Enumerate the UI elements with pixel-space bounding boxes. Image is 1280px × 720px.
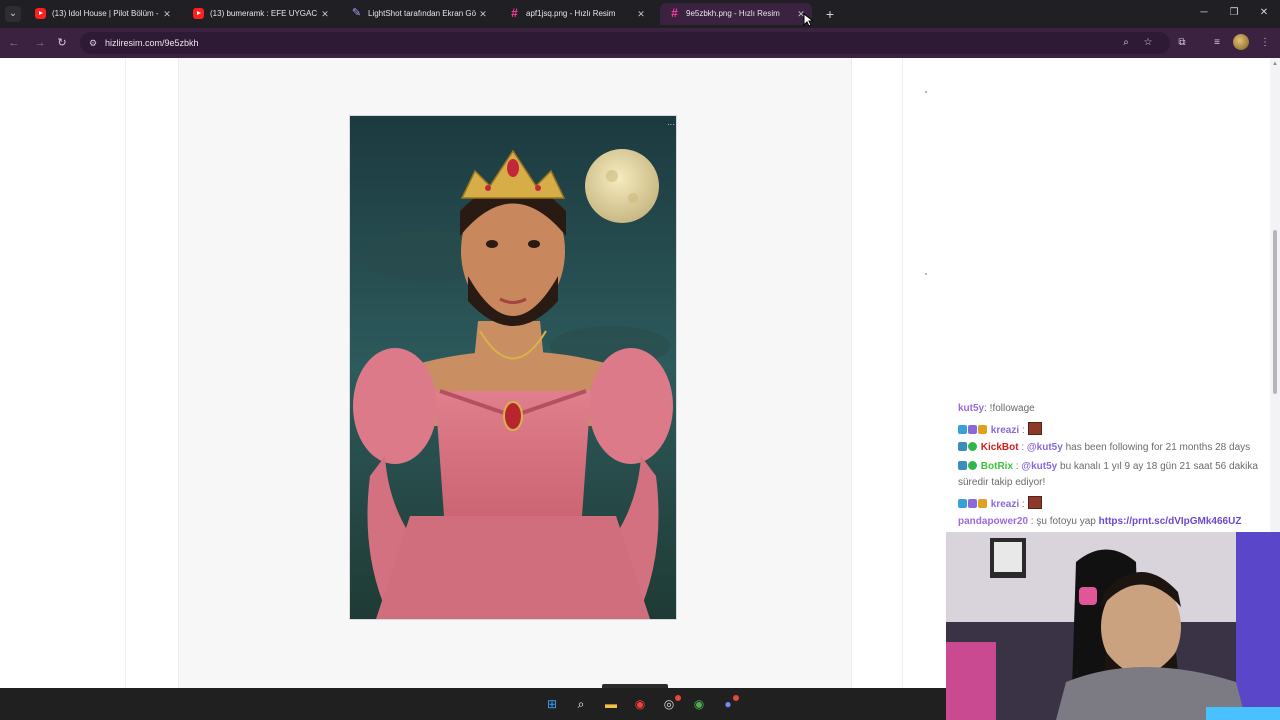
chat-message: kreazi : <box>958 496 1042 511</box>
tab-title: (13) bumeramk : EFE UYGAC AK <box>210 9 318 18</box>
tab-strip: ⌄ (13) Idol House | Pilot Bölüm - Y ✕ (1… <box>0 0 1280 28</box>
chat-username: BotRix <box>980 461 1014 472</box>
tab-close-icon[interactable]: ✕ <box>162 8 172 20</box>
bot-badge-icon <box>958 442 967 451</box>
windows-taskbar: ⊞ ⌕ ▬ ◉ ◎ ◉ ● <box>0 688 946 720</box>
mouse-cursor-icon <box>803 13 813 27</box>
tab-close-icon[interactable]: ✕ <box>636 8 646 20</box>
chat-mention: @kut5y <box>1026 442 1063 453</box>
tab-title: apf1jsq.png - Hızlı Resim <box>526 9 616 18</box>
chat-message: BotRix : @kut5y bu kanalı 1 yıl 9 ay 18 … <box>958 461 1258 473</box>
badge-icon <box>968 425 977 434</box>
chrome-active-icon[interactable]: ◉ <box>691 696 707 712</box>
tab-4[interactable]: # apf1jsq.png - Hızlı Resim ✕ <box>500 3 652 25</box>
tab-3[interactable]: ✎ LightShot tarafından Ekran Görü ✕ <box>342 3 494 25</box>
chat-username: kreazi <box>990 425 1020 436</box>
chat-text: bu kanalı 1 yıl 9 ay 18 gün 21 saat 56 d… <box>1057 461 1258 472</box>
url-text[interactable]: hizliresim.com/9e5zbkh <box>105 37 199 49</box>
image-options-icon[interactable]: ··· <box>665 121 677 129</box>
bookmark-star-icon[interactable]: ☆ <box>1141 36 1155 50</box>
scroll-up-icon[interactable]: ▲ <box>1271 60 1279 68</box>
hizliresim-icon: # <box>511 6 518 20</box>
reading-list-icon[interactable]: ≡ <box>1209 35 1225 51</box>
verified-badge-icon <box>968 442 977 451</box>
reload-icon[interactable]: ↻ <box>54 35 70 51</box>
chat-text: : <box>1019 425 1025 436</box>
verified-badge-icon <box>968 461 977 470</box>
notification-dot <box>733 695 739 701</box>
chat-message: kut5y: !followage <box>958 403 1035 415</box>
window-close-icon[interactable]: ✕ <box>1255 5 1273 21</box>
tab-close-icon[interactable]: ✕ <box>478 8 488 20</box>
emote-icon <box>1027 496 1042 509</box>
scroll-thumb[interactable] <box>1273 230 1277 394</box>
emote-icon <box>1027 422 1042 435</box>
chat-message-continuation: süredir takip ediyor! <box>958 477 1045 489</box>
site-info-icon[interactable]: ⚙ <box>86 36 100 50</box>
chat-text: : şu fotoyu yap <box>1028 516 1099 527</box>
youtube-icon <box>193 8 204 19</box>
tab-title: 9e5zbkh.png - Hızlı Resim <box>686 9 780 18</box>
princess-portrait-image <box>350 116 676 619</box>
lightshot-icon: ✎ <box>351 7 362 19</box>
badge-icon <box>958 425 967 434</box>
main-image[interactable] <box>350 116 676 619</box>
chat-message: pandapower20 : şu fotoyu yap https://prn… <box>958 516 1241 528</box>
browser-toolbar: ← → ↻ ⚙ hizliresim.com/9e5zbkh ⌕ ☆ ⧉ ≡ ⋮ <box>0 28 1280 58</box>
profile-avatar[interactable] <box>1233 34 1249 50</box>
notification-dot <box>675 695 681 701</box>
restore-icon[interactable]: ❐ <box>1225 5 1243 21</box>
new-tab-button[interactable]: + <box>822 6 838 22</box>
windows-start-icon[interactable]: ⊞ <box>544 696 560 712</box>
webcam-overlay <box>946 532 1280 720</box>
bot-badge-icon <box>958 461 967 470</box>
address-bar[interactable]: ⚙ hizliresim.com/9e5zbkh ⌕ ☆ <box>80 32 1170 54</box>
more-menu-icon[interactable]: ⋮ <box>1257 35 1273 51</box>
search-icon[interactable]: ⌕ <box>573 696 589 712</box>
tab-search-icon[interactable]: ⌄ <box>5 6 21 22</box>
streamer-webcam-image <box>946 532 1280 720</box>
hizliresim-icon: # <box>671 6 678 20</box>
tab-1[interactable]: (13) Idol House | Pilot Bölüm - Y ✕ <box>26 3 178 25</box>
chat-message: kreazi : <box>958 422 1042 437</box>
youtube-icon <box>35 8 46 19</box>
ad-placeholder <box>925 273 927 275</box>
zoom-icon[interactable]: ⌕ <box>1119 36 1133 50</box>
ad-placeholder <box>925 91 927 93</box>
chat-mention: @kut5y <box>1021 461 1058 472</box>
file-explorer-icon[interactable]: ▬ <box>603 696 619 712</box>
chat-text: : !followage <box>984 403 1035 414</box>
forward-icon[interactable]: → <box>32 35 48 51</box>
tab-5-active[interactable]: # 9e5zbkh.png - Hızlı Resim ✕ <box>660 3 812 25</box>
extensions-icon[interactable]: ⧉ <box>1174 35 1190 51</box>
chat-text: : <box>1019 499 1025 510</box>
badge-icon <box>958 499 967 508</box>
stream-chat-overlay: kut5y: !followage kreazi : KickBot : @ku… <box>958 400 1280 530</box>
badge-icon <box>978 499 987 508</box>
chrome-icon[interactable]: ◉ <box>632 696 648 712</box>
tab-title: (13) Idol House | Pilot Bölüm - Y <box>52 9 160 18</box>
chat-username: KickBot <box>980 442 1019 453</box>
chat-link[interactable]: https://prnt.sc/dVIpGMk466UZ <box>1099 516 1242 527</box>
chat-text: has been following for 21 months 28 days <box>1062 442 1251 453</box>
chat-username: kreazi <box>990 499 1020 510</box>
badge-icon <box>978 425 987 434</box>
chat-text: süredir takip ediyor! <box>958 477 1046 488</box>
tab-2[interactable]: (13) bumeramk : EFE UYGAC AK ✕ <box>184 3 336 25</box>
badge-icon <box>968 499 977 508</box>
tab-close-icon[interactable]: ✕ <box>320 8 330 20</box>
back-icon[interactable]: ← <box>6 35 22 51</box>
minimize-icon[interactable]: ─ <box>1195 5 1213 21</box>
tab-title: LightShot tarafından Ekran Görü <box>368 9 476 18</box>
chat-message: KickBot : @kut5y has been following for … <box>958 442 1250 454</box>
chat-username: kut5y <box>958 403 985 414</box>
chat-username: pandapower20 <box>958 516 1029 527</box>
